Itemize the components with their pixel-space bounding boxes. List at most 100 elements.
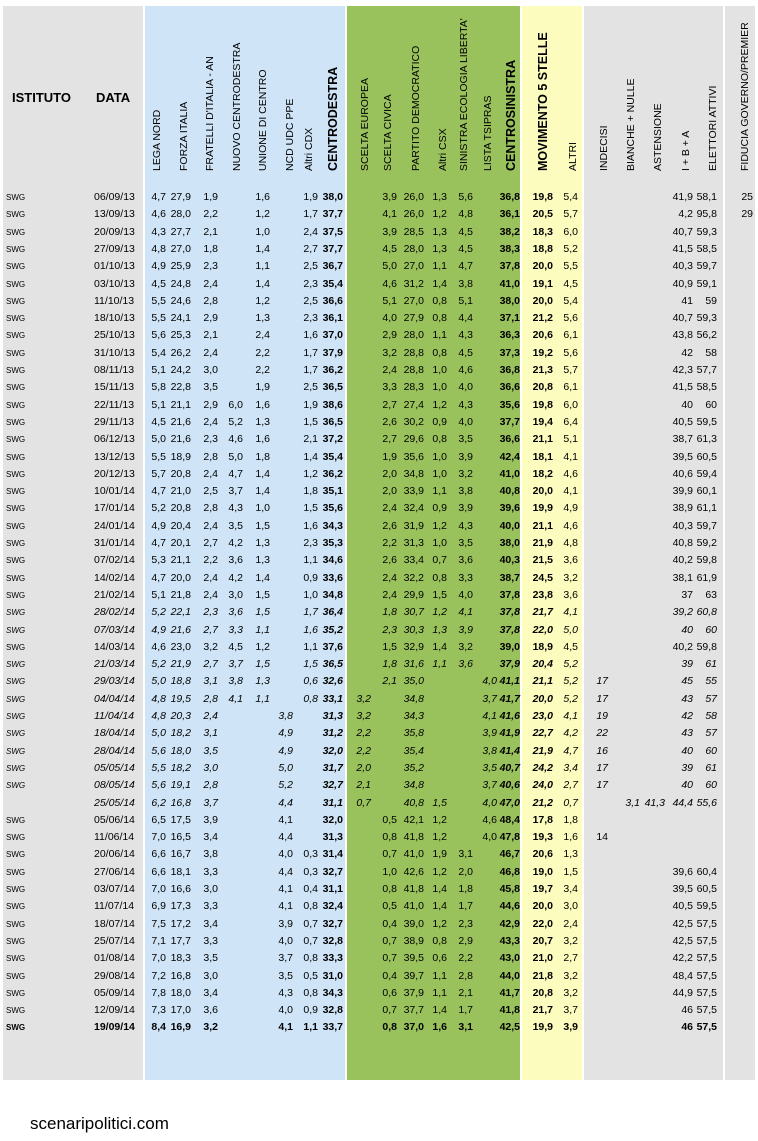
table-cell: 2,4 [203,588,218,601]
table-cell: 1,6 [303,329,318,342]
table-cell: 2,1 [382,675,397,688]
table-cell: 2,2 [255,364,270,376]
table-cell: 0,8 [432,346,447,359]
table-cell: 39,2 [672,606,693,619]
table-cell: 21,0 [532,952,553,965]
table-cell: 41,0 [499,467,520,480]
table-cell: 46,7 [499,848,520,861]
table-cell: 31,0 [322,969,343,982]
table-cell: 24,0 [532,779,553,792]
cell-istituto: SWG [6,885,26,894]
table-cell: 1,8 [382,606,397,619]
table-row: 25/05/14 6,2 16,8 3,7 4,4 31,1 0,7 40,8 1,5 4,0 47… [0,795,758,812]
table-cell: 4,5 [458,242,473,255]
table-cell: 3,5 [203,744,218,757]
table-cell: 41,1 [499,675,520,688]
table-cell: 4,8 [151,692,166,705]
table-row: SWG 03/10/13 4,5 24,8 2,4 1,4 2,3 35,4 4,6 31,2 1,… [0,276,758,293]
table-cell: 2,4 [203,346,218,359]
table-cell: 21,1 [170,398,191,411]
table-cell: 4,7 [151,537,166,549]
table-cell: 37,1 [499,312,520,325]
table-cell: 3,2 [563,571,578,584]
cell-date: 29/08/14 [94,969,135,982]
table-cell: 4,9 [151,519,166,532]
table-cell: 2,6 [382,415,397,428]
table-cell: 27,0 [403,294,424,307]
table-cell: 4,1 [563,606,578,619]
cell-date: 06/09/13 [94,191,135,203]
table-cell: 45,8 [499,883,520,895]
table-cell: 37,0 [322,329,343,342]
cell-istituto: SWG [6,712,26,721]
table-cell: 3,6 [228,554,243,567]
table-cell: 3,3 [203,865,218,878]
table-cell: 7,3 [151,1004,166,1017]
table-cell: 39,5 [672,883,693,895]
table-cell: 1,7 [303,346,318,359]
table-cell: 0,7 [382,934,397,947]
table-cell: 5,5 [563,260,578,273]
table-cell: 1,0 [303,588,318,601]
table-cell: 41,5 [672,381,693,394]
table-cell: 5,6 [458,191,473,203]
cell-date: 21/02/14 [94,588,135,601]
table-cell: 2,3 [203,433,218,446]
cell-istituto: SWG [6,781,26,791]
table-cell: 40 [681,398,693,411]
table-cell: 5,1 [382,294,397,307]
table-cell: 55 [705,675,717,688]
cell-date: 18/07/14 [94,917,135,930]
table-cell: 0,6 [382,986,397,999]
table-cell: 4,5 [228,640,243,653]
table-cell: 3,3 [458,571,473,584]
table-cell: 3,7 [563,1004,578,1017]
table-cell: 4,3 [228,502,243,515]
cell-istituto: SWG [6,677,26,687]
table-cell: 4,1 [563,710,578,722]
table-cell: 61 [705,761,717,774]
table-cell: 1,6 [432,1021,447,1034]
table-cell: 37,9 [403,986,424,999]
table-row: SWG 08/11/13 5,1 24,2 3,0 2,2 1,7 36,2 2,4 28,8 1,… [0,362,758,379]
table-row: SWG 14/02/14 4,7 20,0 2,4 4,2 1,4 0,9 33,6 2,4 32,… [0,570,758,587]
table-cell: 38,1 [672,571,693,584]
table-cell: 0,4 [303,883,318,895]
table-cell: 31,2 [322,727,343,740]
table-cell: 2,2 [203,554,218,567]
table-row: SWG 28/04/14 5,6 18,0 3,5 4,9 32,0 2,2 35,4 3,8 41… [0,743,758,760]
table-cell: 46,8 [499,865,520,878]
table-cell: 21,2 [532,796,553,809]
column-header-label: UNIONE DI CENTRO [257,69,269,171]
table-cell: 36,8 [499,364,520,376]
table-row: SWG 10/01/14 4,7 21,0 2,5 3,7 1,4 1,8 35,1 2,0 33,… [0,483,758,500]
table-cell: 4,8 [458,208,473,221]
table-cell: 3,1 [203,675,218,688]
table-cell: 7,1 [151,934,166,947]
table-cell: 2,4 [563,917,578,930]
table-cell: 1,6 [255,191,270,203]
table-cell: 41 [681,294,693,307]
column-header-label: SCELTA EUROPEA [359,78,371,171]
cell-istituto: SWG [6,1006,26,1016]
table-cell: 38,0 [499,537,520,549]
table-cell: 43,3 [499,934,520,947]
table-cell: 1,0 [255,502,270,515]
table-row: SWG 18/04/14 5,0 18,2 3,1 4,9 31,2 2,2 35,8 3,9 41… [0,725,758,742]
table-row: SWG 18/10/13 5,5 24,1 2,9 1,3 2,3 36,1 4,0 27,9 0,… [0,310,758,327]
table-cell: 59,1 [696,277,717,290]
cell-istituto: SWG [6,988,26,998]
table-row: SWG 11/10/13 5,5 24,6 2,8 1,2 2,5 36,6 5,1 27,0 0,… [0,293,758,310]
table-cell: 28,8 [403,364,424,376]
table-cell: 1,2 [255,294,270,307]
table-cell: 19,2 [532,346,553,359]
cell-date: 07/02/14 [94,554,135,567]
table-cell: 36,1 [322,312,343,325]
table-cell: 20,6 [532,329,553,342]
table-cell: 35,0 [403,675,424,688]
table-cell: 2,2 [458,952,473,965]
table-cell: 20,0 [532,692,553,705]
table-cell: 4,6 [382,277,397,290]
table-cell: 1,3 [255,675,270,688]
table-cell: 5,1 [458,294,473,307]
